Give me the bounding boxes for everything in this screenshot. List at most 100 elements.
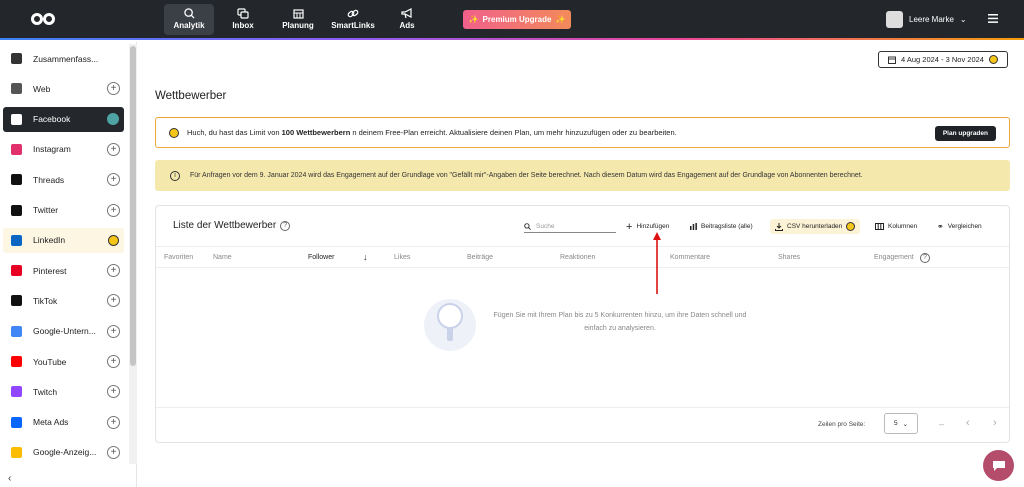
chevron-down-icon: ⌄: [959, 15, 967, 24]
nav-analytik[interactable]: Analytik: [164, 4, 214, 35]
csv-download-button[interactable]: CSV herunterladen: [770, 219, 861, 234]
columns-button[interactable]: Kolumnen: [875, 219, 917, 234]
nav-label: Planung: [282, 21, 314, 30]
column-engagement[interactable]: Engagement: [874, 254, 914, 261]
limit-warning-banner: Huch, du hast das Limit von 100 Wettbewe…: [155, 117, 1010, 148]
sidebar-item-label: Meta Ads: [33, 417, 69, 428]
sidebar-item-label: YouTube: [33, 356, 67, 367]
tiktok-icon: [9, 294, 23, 308]
sidebar-item-twitch[interactable]: Twitch +: [3, 379, 124, 404]
analytics-icon: [183, 8, 195, 19]
brand-logo-icon[interactable]: [30, 12, 56, 26]
rows-per-page-select[interactable]: 5 ⌄: [884, 413, 918, 434]
link-icon: ⚭: [937, 222, 944, 231]
column-kommentare[interactable]: Kommentare: [670, 254, 710, 261]
page-separator: –: [939, 419, 945, 429]
nav-label: SmartLinks: [331, 21, 375, 30]
top-navigation-bar: Analytik Inbox Planung SmartLinks Ads ✨ …: [0, 0, 1024, 40]
user-name: Leere Marke: [909, 15, 954, 24]
help-icon[interactable]: ?: [920, 253, 930, 263]
add-icon[interactable]: +: [107, 385, 120, 399]
sidebar-item-linkedin[interactable]: LinkedIn: [3, 227, 124, 253]
add-icon[interactable]: +: [107, 173, 120, 187]
add-icon[interactable]: +: [107, 294, 120, 308]
add-icon[interactable]: +: [107, 203, 120, 217]
add-icon[interactable]: +: [107, 264, 120, 278]
column-likes[interactable]: Likes: [394, 254, 410, 261]
sidebar-item-label: Google-Untern...: [33, 326, 96, 337]
avatar: [886, 11, 903, 28]
add-icon[interactable]: +: [107, 415, 120, 429]
compare-button[interactable]: ⚭ Vergleichen: [937, 219, 982, 234]
add-icon[interactable]: +: [107, 355, 120, 368]
search-input[interactable]: Suche: [524, 220, 616, 233]
nav-planung[interactable]: Planung: [273, 4, 323, 35]
inbox-icon: [237, 8, 249, 19]
sidebar-scroll-thumb[interactable]: [130, 46, 136, 366]
nav-label: Ads: [399, 21, 415, 30]
nav-ads[interactable]: Ads: [382, 4, 432, 35]
pinterest-icon: [9, 264, 23, 278]
chat-support-button[interactable]: [983, 450, 1014, 481]
sidebar-item-tiktok[interactable]: TikTok +: [3, 288, 124, 313]
annotation-arrow: [653, 232, 661, 294]
help-icon[interactable]: ?: [280, 220, 291, 231]
column-name[interactable]: Name: [213, 254, 232, 261]
nav-inbox[interactable]: Inbox: [218, 4, 268, 35]
add-icon[interactable]: +: [107, 82, 120, 96]
date-range-picker[interactable]: 4 Aug 2024 - 3 Nov 2024: [878, 51, 1008, 68]
post-list-button[interactable]: Beitragsliste (alle): [690, 219, 753, 234]
page-title: Wettbewerber: [155, 90, 227, 102]
globe-icon[interactable]: [107, 113, 119, 126]
table-footer-divider: [156, 407, 1009, 408]
lock-badge-icon[interactable]: [108, 234, 119, 246]
previous-page-icon[interactable]: ‹: [966, 417, 970, 429]
twitch-icon: [9, 385, 23, 399]
sidebar-item-google-anzeig[interactable]: Google-Anzeig... +: [3, 440, 124, 465]
column-follower[interactable]: Follower: [308, 254, 334, 261]
sidebar-item-label: Twitch: [33, 386, 58, 397]
premium-upgrade-button[interactable]: ✨ Premium Upgrade ✨: [463, 10, 571, 29]
add-icon[interactable]: +: [107, 445, 120, 459]
instagram-icon: [9, 142, 23, 156]
sidebar-item-web[interactable]: Web +: [3, 76, 124, 101]
info-icon: i: [170, 170, 180, 181]
column-favoriten[interactable]: Favoriten: [164, 254, 193, 261]
add-icon[interactable]: +: [107, 142, 120, 156]
plus-icon: +: [626, 220, 633, 233]
sort-down-icon[interactable]: ↓: [363, 252, 368, 262]
bar-chart-icon: [690, 223, 697, 230]
column-reaktionen[interactable]: Reaktionen: [560, 254, 595, 261]
sidebar-item-youtube[interactable]: YouTube +: [3, 349, 124, 374]
rss-icon: [9, 82, 23, 96]
sidebar-item-meta-ads[interactable]: Meta Ads +: [3, 410, 124, 435]
plan-upgrade-button[interactable]: Plan upgraden: [934, 126, 996, 141]
sidebar-item-facebook[interactable]: Facebook: [3, 106, 124, 132]
add-competitor-button[interactable]: + Hinzufügen: [626, 219, 669, 234]
sidebar-item-pinterest[interactable]: Pinterest +: [3, 258, 124, 283]
next-page-icon[interactable]: ›: [993, 417, 997, 429]
sidebar-item-label: TikTok: [33, 295, 58, 306]
chat-icon: [992, 460, 1005, 471]
sidebar-item-label: Threads: [33, 174, 65, 185]
sidebar-item-threads[interactable]: Threads +: [3, 167, 124, 192]
nav-smartlinks[interactable]: SmartLinks: [328, 4, 378, 35]
calendar-icon: [888, 56, 896, 64]
meta-icon: [9, 415, 23, 429]
facebook-icon: [9, 112, 23, 126]
sidebar-item-label: Instagram: [33, 144, 71, 155]
column-beitraege[interactable]: Beiträge: [467, 254, 493, 261]
sidebar-item-instagram[interactable]: Instagram +: [3, 137, 124, 162]
collapse-sidebar-icon[interactable]: ‹: [8, 473, 16, 484]
hamburger-menu-icon[interactable]: [988, 14, 998, 23]
add-icon[interactable]: +: [107, 324, 120, 338]
x-icon: [9, 203, 23, 217]
user-menu[interactable]: Leere Marke ⌄: [886, 11, 967, 28]
sidebar-item-google-untern[interactable]: Google-Untern... +: [3, 319, 124, 344]
sidebar-item-label: Twitter: [33, 205, 59, 215]
column-shares[interactable]: Shares: [778, 254, 800, 261]
sidebar-item-zusammenfass[interactable]: Zusammenfass...: [3, 46, 124, 71]
download-icon: [775, 222, 783, 231]
sidebar-item-twitter[interactable]: Twitter +: [3, 198, 124, 223]
empty-state-illustration: [424, 299, 476, 351]
